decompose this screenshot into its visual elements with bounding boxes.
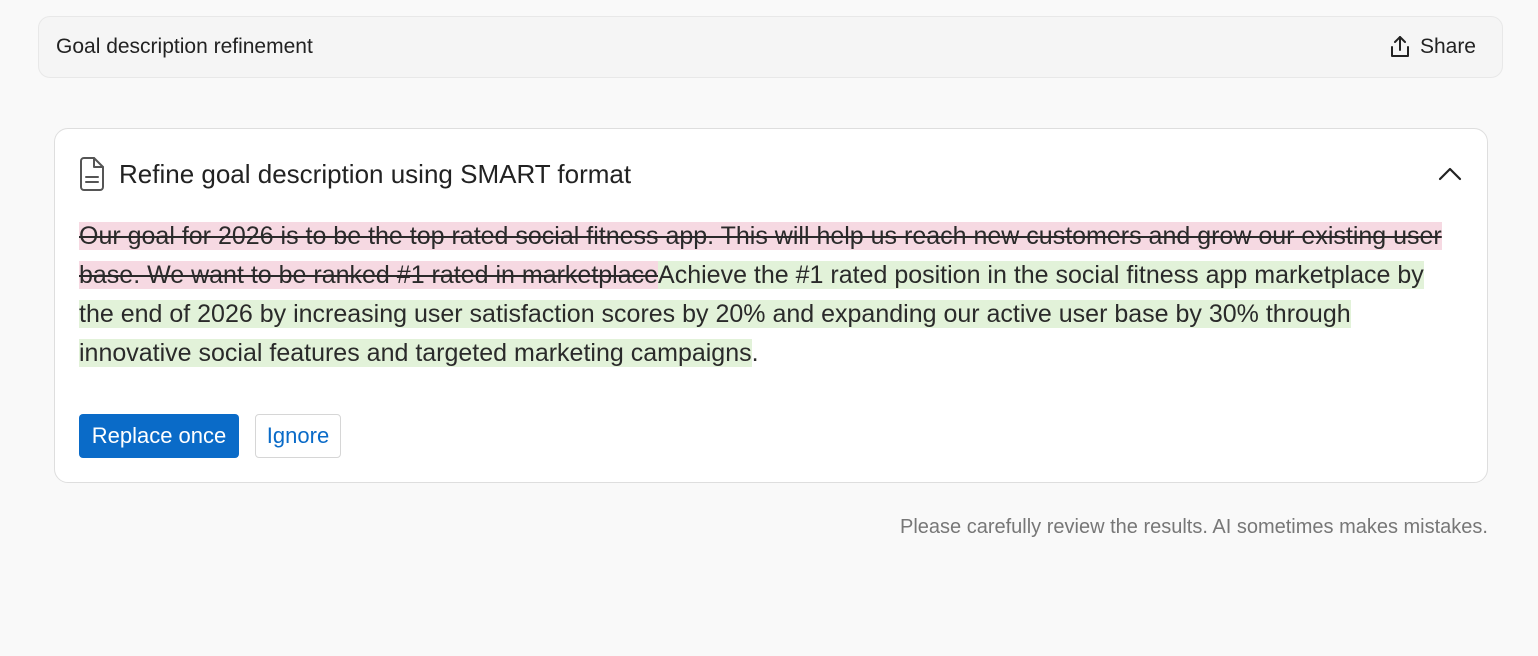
card-actions: Replace once Ignore: [79, 414, 341, 458]
diff-text: Our goal for 2026 is to be the top rated…: [79, 217, 1449, 373]
card-title: Refine goal description using SMART form…: [119, 158, 632, 189]
document-icon: [80, 157, 104, 191]
chevron-up-icon[interactable]: [1437, 165, 1463, 183]
page-title: Goal description refinement: [56, 35, 313, 58]
card-header: Refine goal description using SMART form…: [79, 155, 1463, 193]
share-button[interactable]: Share: [1389, 35, 1476, 59]
header-bar: Goal description refinement Share: [38, 16, 1503, 78]
ignore-button[interactable]: Ignore: [255, 414, 341, 458]
share-upload-icon: [1390, 36, 1409, 57]
suggestion-card: Refine goal description using SMART form…: [54, 128, 1488, 483]
share-label: Share: [1419, 35, 1476, 58]
replace-once-button[interactable]: Replace once: [79, 414, 239, 458]
trailing-text: .: [751, 339, 759, 367]
ai-disclaimer: Please carefully review the results. AI …: [900, 516, 1488, 538]
